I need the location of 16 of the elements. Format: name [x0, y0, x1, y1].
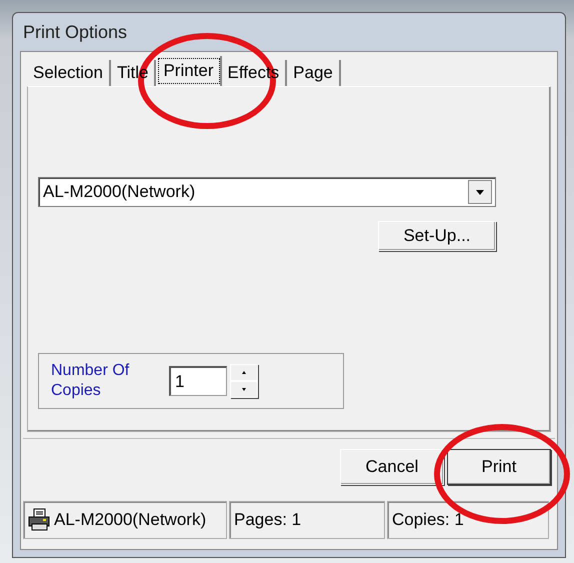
spin-up-button[interactable]	[230, 364, 258, 381]
print-button[interactable]: Print	[447, 449, 551, 485]
window-title: Print Options	[23, 22, 128, 42]
printer-icon	[28, 508, 50, 532]
spin-down-button[interactable]	[230, 381, 258, 398]
setup-button[interactable]: Set-Up...	[378, 221, 496, 251]
status-printer: AL-M2000(Network)	[54, 510, 206, 530]
dropdown-arrow-icon	[476, 190, 484, 194]
copies-field[interactable]: 1	[169, 366, 227, 396]
cancel-button[interactable]: Cancel	[340, 449, 444, 485]
status-copies: Copies: 1	[392, 510, 464, 530]
status-pages: Pages: 1	[234, 510, 302, 530]
copies-label: Number Of Copies	[51, 361, 130, 401]
down-arrow-icon	[242, 388, 246, 391]
up-arrow-icon	[242, 371, 246, 374]
printer-dropdown[interactable]: AL-M2000(Network)	[38, 177, 496, 207]
